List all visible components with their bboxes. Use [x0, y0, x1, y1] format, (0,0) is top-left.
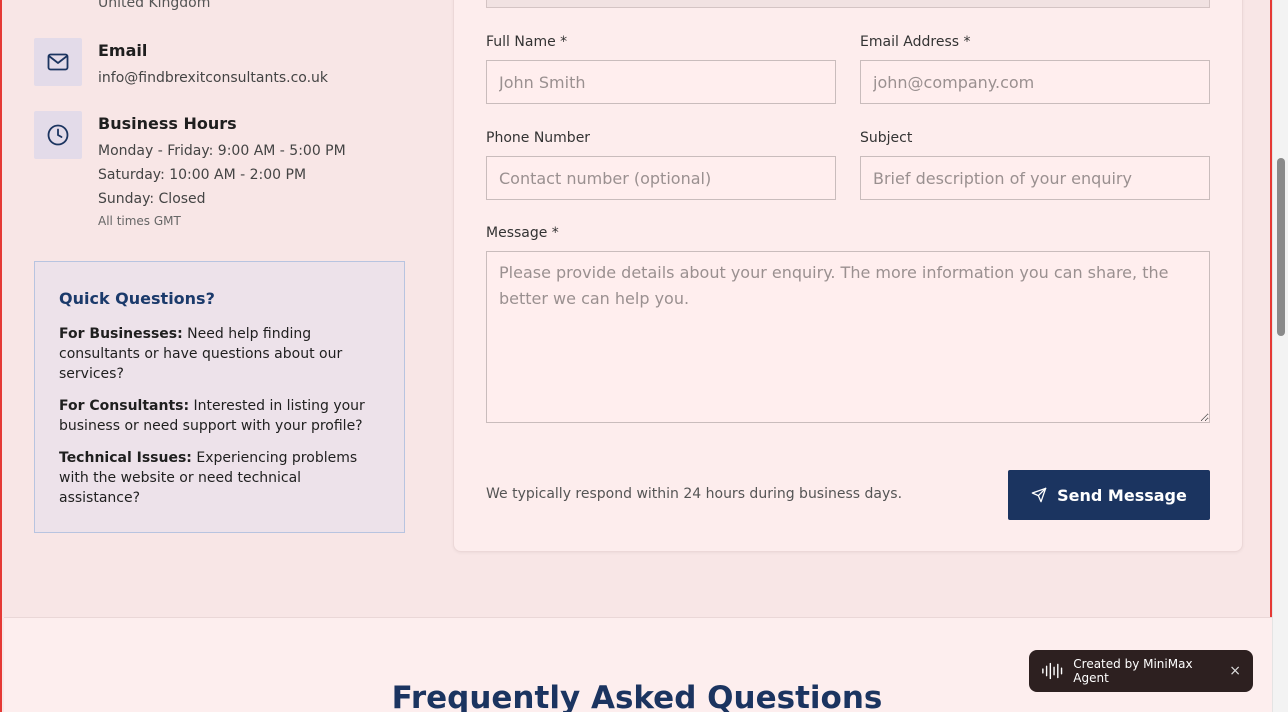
- quick-question-label: Technical Issues:: [59, 450, 192, 466]
- page: United Kingdom Email info@findbrexitcons…: [0, 0, 1272, 712]
- email-address-label: Email Address *: [860, 34, 971, 50]
- subject-label: Subject: [860, 130, 913, 146]
- enquiry-type-select[interactable]: [486, 0, 1210, 8]
- quick-questions-panel: Quick Questions? For Businesses: Need he…: [34, 261, 405, 533]
- response-time-note: We typically respond within 24 hours dur…: [486, 486, 903, 502]
- mail-icon: [34, 38, 82, 86]
- close-icon[interactable]: ×: [1229, 663, 1241, 679]
- quick-question-label: For Businesses:: [59, 326, 183, 342]
- business-hours-title: Business Hours: [98, 114, 237, 133]
- waveform-icon: [1042, 662, 1063, 680]
- page-scrollbar[interactable]: [1272, 0, 1288, 712]
- full-name-label: Full Name *: [486, 34, 568, 50]
- message-label: Message *: [486, 225, 559, 241]
- send-message-button[interactable]: Send Message: [1008, 470, 1210, 520]
- hours-sunday: Sunday: Closed: [98, 191, 206, 207]
- badge-text: Created by MiniMax Agent: [1073, 657, 1193, 685]
- quick-questions-title: Quick Questions?: [59, 289, 215, 308]
- scrollbar-thumb[interactable]: [1277, 158, 1285, 336]
- quick-question-businesses: For Businesses: Need help finding consul…: [59, 324, 380, 384]
- clock-icon: [34, 111, 82, 159]
- send-message-label: Send Message: [1057, 485, 1187, 505]
- email-link[interactable]: info@findbrexitconsultants.co.uk: [98, 66, 418, 90]
- hours-saturday: Saturday: 10:00 AM - 2:00 PM: [98, 167, 307, 183]
- quick-question-technical: Technical Issues: Experiencing problems …: [59, 448, 380, 508]
- address-country: United Kingdom: [98, 0, 211, 11]
- message-textarea[interactable]: [486, 251, 1210, 423]
- quick-question-label: For Consultants:: [59, 398, 190, 414]
- minimax-agent-badge[interactable]: Created by MiniMax Agent ×: [1029, 650, 1253, 692]
- send-icon: [1031, 487, 1047, 503]
- full-name-input[interactable]: [486, 60, 836, 104]
- subject-input[interactable]: [860, 156, 1210, 200]
- phone-number-label: Phone Number: [486, 130, 591, 146]
- email-title: Email: [98, 41, 148, 60]
- email-address-input[interactable]: [860, 60, 1210, 104]
- hours-timezone-note: All times GMT: [98, 214, 181, 228]
- phone-number-input[interactable]: [486, 156, 836, 200]
- hours-weekday: Monday - Friday: 9:00 AM - 5:00 PM: [98, 143, 346, 159]
- quick-question-consultants: For Consultants: Interested in listing y…: [59, 396, 380, 436]
